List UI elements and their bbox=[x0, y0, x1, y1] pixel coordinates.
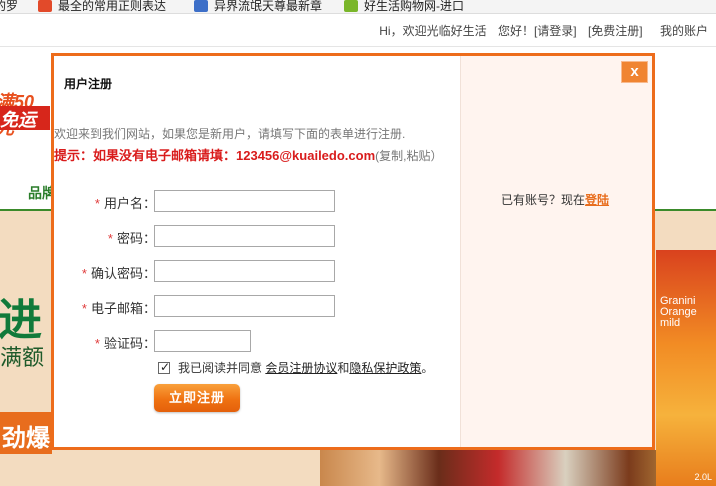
username-label: * 用户名： bbox=[95, 193, 156, 212]
top-nav: Hi，欢迎光临好生活 您好！[请登录] [免费注册] 我的账户 bbox=[371, 22, 708, 39]
label-text: 用户名： bbox=[103, 196, 156, 211]
login-link[interactable]: [请登录] bbox=[534, 24, 577, 38]
hello-text: 您好！ bbox=[497, 24, 534, 38]
register-link[interactable]: [免费注册] bbox=[588, 24, 643, 38]
bookmark-label: 的罗 bbox=[0, 0, 19, 13]
username-row: * 用户名： bbox=[54, 190, 354, 214]
label-text: 电子邮箱： bbox=[90, 301, 156, 316]
bookmark-label: 好生活购物网-进口 bbox=[364, 0, 464, 13]
email-row: * 电子邮箱： bbox=[54, 295, 354, 319]
greeting-text: Hi，欢迎光临好生活 bbox=[379, 24, 487, 38]
label-text: 验证码： bbox=[103, 336, 156, 351]
confirm-password-row: * 确认密码： bbox=[54, 260, 354, 284]
member-agreement-link[interactable]: 会员注册协议 bbox=[265, 359, 337, 376]
hint-suffix: (复制,粘贴） bbox=[375, 149, 443, 163]
bookmark-label: 最全的常用正则表达 bbox=[58, 0, 167, 13]
password-row: * 密码： bbox=[54, 225, 354, 249]
banner-tag-text: 劲爆 bbox=[2, 425, 50, 452]
juice-product-image: Granini Orange mild 2.0L bbox=[656, 250, 716, 486]
agree-checkbox[interactable] bbox=[158, 360, 170, 374]
password-label: * 密码： bbox=[108, 228, 156, 247]
have-account-label: 已有账号？现在 bbox=[501, 193, 586, 207]
agree-and: 和 bbox=[337, 361, 350, 375]
bookmark-item[interactable]: 异界流氓天尊最新章 bbox=[194, 0, 323, 13]
bookmark-item[interactable]: 好生活购物网-进口 bbox=[344, 0, 464, 13]
required-mark: * bbox=[94, 336, 100, 351]
label-text: 密码： bbox=[116, 231, 156, 246]
leaf-icon bbox=[344, 0, 358, 12]
label-text: 确认密码： bbox=[90, 266, 156, 281]
required-mark: * bbox=[107, 231, 113, 246]
email-hint: 提示：如果没有电子邮箱请填：123456@kuailedo.com(复制,粘贴） bbox=[54, 145, 442, 164]
required-mark: * bbox=[81, 266, 87, 281]
required-mark: * bbox=[81, 301, 87, 316]
intro-text: 欢迎来到我们网站，如果您是新用户，请填写下面的表单进行注册. bbox=[54, 127, 406, 141]
dialog-title: 用户注册 bbox=[64, 77, 113, 91]
promo-line-2: 免运费 bbox=[0, 106, 50, 130]
privacy-policy-link[interactable]: 隐私保护政策 bbox=[349, 359, 421, 376]
password-input[interactable] bbox=[154, 225, 335, 247]
juice-label: Orange mild bbox=[660, 306, 697, 329]
close-icon: x bbox=[630, 63, 639, 80]
banner-headline: 进 bbox=[0, 296, 42, 345]
agree-prefix: 我已阅读并同意 bbox=[178, 361, 263, 375]
have-account-text: 已有账号？现在登陆 bbox=[501, 191, 609, 208]
my-account-link[interactable]: 我的账户 bbox=[660, 24, 708, 38]
hint-text: 提示：如果没有电子邮箱请填：123456@kuailedo.com bbox=[54, 148, 376, 163]
login-side-panel: x 已有账号？现在登陆 bbox=[460, 56, 652, 447]
banner-tag: 劲爆 bbox=[0, 412, 52, 454]
required-mark: * bbox=[94, 196, 100, 211]
confirm-password-input[interactable] bbox=[154, 260, 335, 282]
register-submit-button[interactable]: 立即注册 bbox=[154, 384, 240, 412]
agreement-row: 我已阅读并同意 会员注册协议和隐私保护政策。 bbox=[158, 359, 433, 376]
close-button[interactable]: x bbox=[621, 61, 648, 83]
bookmarks-bar: 的罗 最全的常用正则表达 异界流氓天尊最新章 好生活购物网-进口 bbox=[0, 0, 716, 14]
bookmark-item[interactable]: 的罗 bbox=[0, 0, 19, 13]
confirm-password-label: * 确认密码： bbox=[82, 263, 156, 282]
login-link[interactable]: 登陆 bbox=[585, 193, 609, 207]
divider bbox=[0, 46, 716, 47]
captcha-label: * 验证码： bbox=[95, 333, 156, 352]
free-shipping-promo[interactable]: 满50元 免运费 bbox=[0, 88, 50, 136]
captcha-input[interactable] bbox=[154, 330, 251, 352]
b-logo-icon bbox=[38, 0, 52, 12]
register-dialog: x 已有账号？现在登陆 用户注册 欢迎来到我们网站，如果您是新用户，请填写下面的… bbox=[51, 53, 655, 450]
agree-suffix: 。 bbox=[421, 361, 434, 375]
email-input[interactable] bbox=[154, 295, 335, 317]
banner-subtext: 满额 bbox=[0, 345, 45, 370]
bookmark-label: 异界流氓天尊最新章 bbox=[214, 0, 323, 13]
captcha-row: * 验证码： bbox=[54, 330, 354, 354]
email-label: * 电子邮箱： bbox=[82, 298, 156, 317]
username-input[interactable] bbox=[154, 190, 335, 212]
page-icon bbox=[194, 0, 208, 12]
juice-size: 2.0L bbox=[694, 472, 712, 482]
bookmark-item[interactable]: 最全的常用正则表达 bbox=[38, 0, 167, 13]
